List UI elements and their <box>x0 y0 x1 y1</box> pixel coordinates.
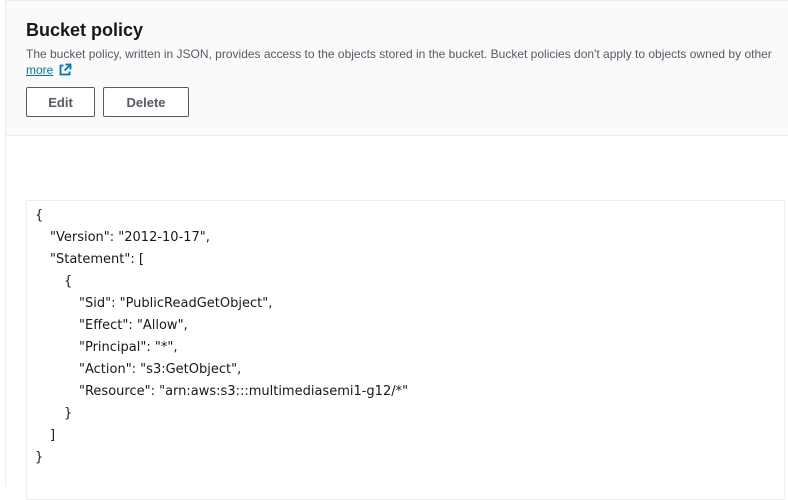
learn-more-link[interactable]: more <box>26 63 72 77</box>
code-line: } <box>64 406 73 421</box>
policy-description: The bucket policy, written in JSON, prov… <box>26 47 772 61</box>
code-line: "Resource": "arn:aws:s3:::multimediasemi… <box>79 384 409 399</box>
code-line: { <box>64 274 73 289</box>
policy-code-block: { "Version": "2012-10-17", "Statement": … <box>26 200 785 500</box>
code-line: "Principal": "*", <box>79 340 178 355</box>
edit-button[interactable]: Edit <box>26 87 95 117</box>
code-line: { <box>35 208 44 223</box>
code-line: ] <box>50 428 56 443</box>
bucket-policy-panel: Bucket policy The bucket policy, written… <box>5 0 788 500</box>
code-line: "Version": "2012-10-17", <box>50 230 210 245</box>
code-line: } <box>35 450 44 465</box>
code-line: "Effect": "Allow", <box>79 318 188 333</box>
panel-header: Bucket policy The bucket policy, written… <box>6 1 788 136</box>
code-line: "Statement": [ <box>50 252 144 267</box>
code-line: "Action": "s3:GetObject", <box>79 362 242 377</box>
external-link-icon <box>59 63 72 76</box>
code-line: "Sid": "PublicReadGetObject", <box>79 296 273 311</box>
page-title: Bucket policy <box>26 20 144 40</box>
delete-button[interactable]: Delete <box>103 87 189 117</box>
learn-more-label: more <box>26 63 54 77</box>
